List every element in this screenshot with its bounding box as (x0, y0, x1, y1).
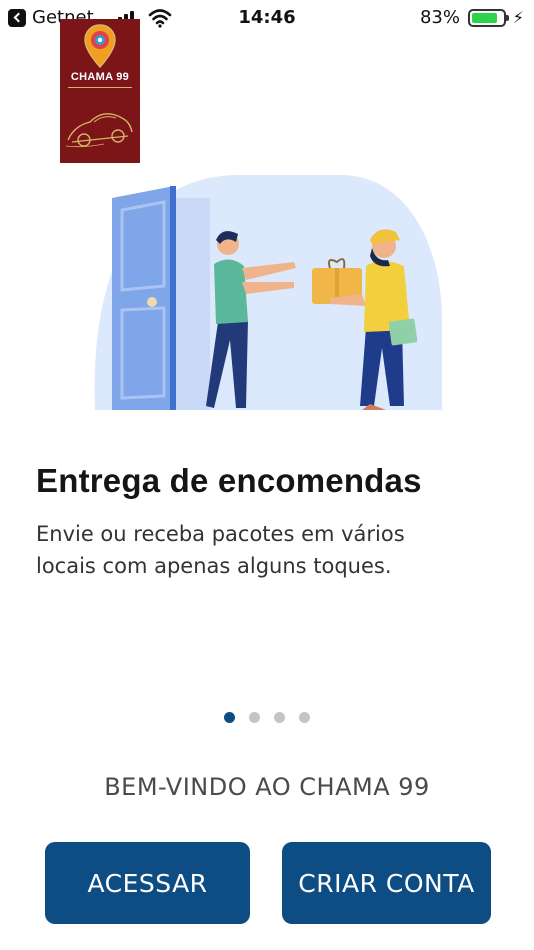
create-account-button[interactable]: CRIAR CONTA (282, 842, 491, 924)
charging-bolt-icon: ⚡ (512, 8, 524, 27)
door-frame (174, 198, 210, 410)
page-dot-active[interactable] (224, 712, 235, 723)
battery-percentage: 83% (419, 7, 460, 28)
login-button[interactable]: ACESSAR (45, 842, 250, 924)
onboarding-description: Envie ou receba pacotes em vários locais… (36, 518, 476, 582)
app-logo: CHAMA 99 (60, 19, 140, 163)
door-knob (147, 297, 157, 307)
logo-text: CHAMA 99 (70, 71, 130, 83)
description-line: locais com apenas alguns toques. (36, 554, 392, 578)
description-line: Envie ou receba pacotes em vários (36, 522, 405, 546)
page-dot[interactable] (274, 712, 285, 723)
car-icon (65, 113, 133, 148)
page-dot[interactable] (299, 712, 310, 723)
welcome-text: BEM-VINDO AO CHAMA 99 (104, 773, 430, 801)
onboarding-title: Entrega de encomendas (36, 462, 422, 499)
location-pin-icon (84, 24, 116, 69)
logo-divider (68, 87, 132, 88)
page-indicator (0, 712, 534, 723)
battery-icon (468, 9, 509, 27)
page-dot[interactable] (249, 712, 260, 723)
delivery-illustration (94, 175, 442, 410)
